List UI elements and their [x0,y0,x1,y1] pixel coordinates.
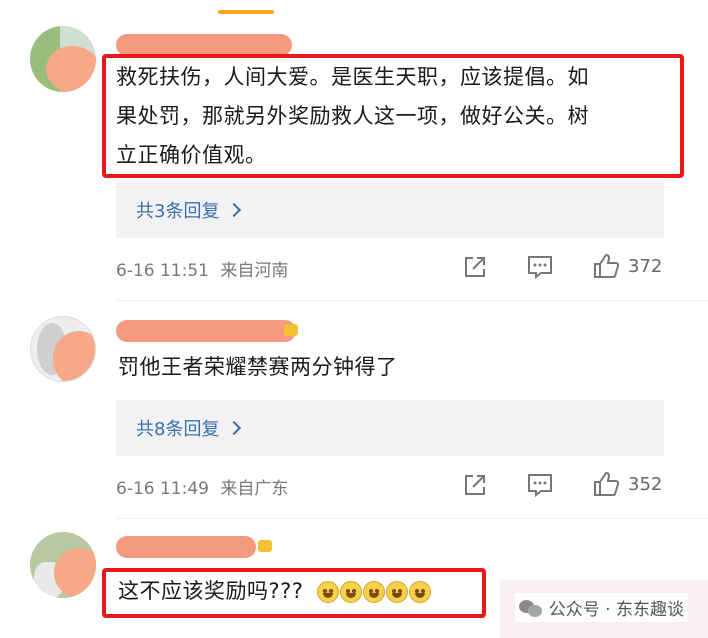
replies-label: 共3条回复 [136,201,220,222]
chevron-right-icon [227,202,242,218]
scroll-indicator [218,10,274,14]
share-icon [465,475,485,495]
divider [116,300,708,301]
share-button[interactable] [462,254,488,280]
username-redacted[interactable] [116,536,256,558]
username-redacted[interactable] [116,320,296,342]
comment-text: 救死扶伤，人间大爱。是医生天职，应该提倡。如 果处罚，那就另外奖励救人这一项，做… [116,58,676,175]
grin-emoji-icon [362,581,385,603]
like-count: 352 [628,473,663,495]
username-redacted[interactable] [116,34,292,56]
comment-location: 来自广东 [220,479,289,499]
grin-emoji-icon [316,581,339,603]
comment-button[interactable] [526,472,554,498]
divider [116,518,708,519]
avatar[interactable] [30,26,96,92]
replies-link[interactable]: 共3条回复 [116,182,664,238]
wechat-icon [518,598,543,618]
grin-emoji-icon [339,581,362,603]
like-count: 372 [628,255,663,277]
comment-text-line: 救死扶伤，人间大爱。是医生天职，应该提倡。如 [116,65,589,89]
thumbs-up-icon [594,471,620,496]
watermark-text: 公众号 · 东东趣谈 [548,600,684,620]
comment-location: 来自河南 [220,261,289,281]
vip-badge [258,540,272,552]
comment-date: 6-16 11:49 [116,479,209,499]
emoji-group [316,581,432,603]
replies-link[interactable]: 共8条回复 [116,400,664,456]
comment-icon [528,474,552,498]
comment-text-line: 立正确价值观。 [116,143,267,167]
like-button[interactable]: 372 [592,252,662,280]
comment-text-content: 这不应该奖励吗??? [118,579,304,603]
comment-text-line: 果处罚，那就另外奖励救人这一项，做好公关。树 [116,104,589,128]
avatar[interactable] [30,532,96,598]
grin-emoji-icon [385,581,408,603]
grin-emoji-icon [408,581,431,603]
chevron-right-icon [227,420,242,436]
vip-badge [284,324,298,336]
like-button[interactable]: 352 [592,470,662,498]
comment-meta: 6-16 11:51 来自河南 [116,256,288,281]
comment-button[interactable] [526,254,554,280]
avatar[interactable] [30,316,96,382]
watermark: 公众号 · 东东趣谈 [514,593,688,622]
comment-meta: 6-16 11:49 来自广东 [116,474,288,499]
share-button[interactable] [462,472,488,498]
comment-text: 罚他王者荣耀禁赛两分钟得了 [118,355,398,379]
comment-date: 6-16 11:51 [116,261,209,281]
comment-text: 这不应该奖励吗??? [118,572,432,611]
share-icon [465,257,485,277]
replies-label: 共8条回复 [136,419,220,440]
comment-icon [528,256,552,280]
thumbs-up-icon [594,253,620,278]
